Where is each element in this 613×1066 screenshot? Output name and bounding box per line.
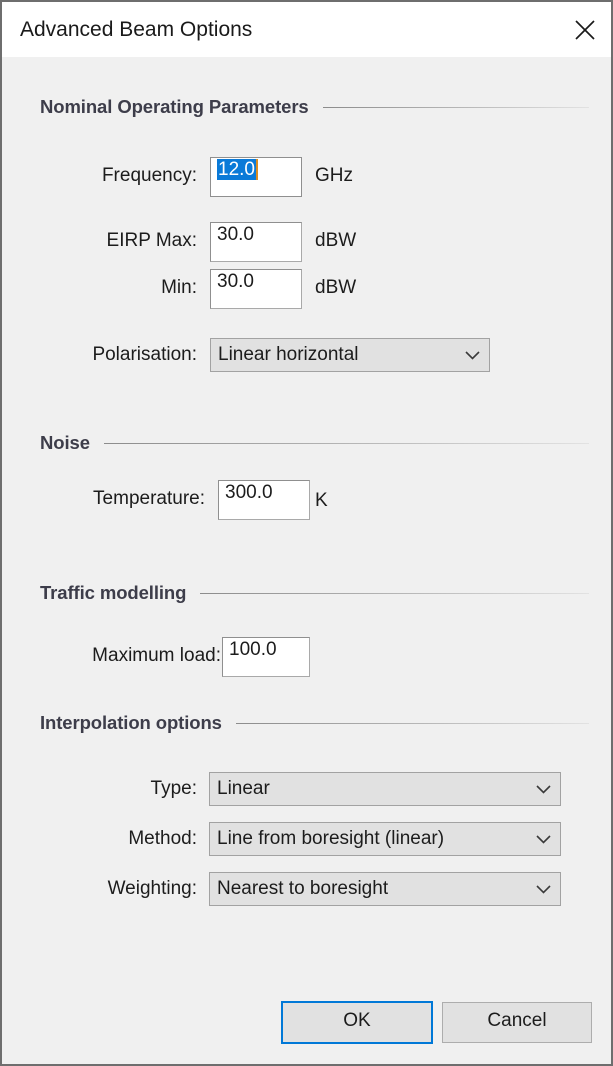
temperature-value: 300.0 [225, 482, 273, 503]
eirp-max-unit: dBW [315, 230, 357, 251]
type-value: Linear [217, 778, 270, 799]
advanced-beam-options-dialog: Advanced Beam Options Nominal Operating … [0, 0, 613, 1066]
weighting-label: Weighting: [107, 878, 197, 899]
maximum-load-input[interactable]: 100.0 [222, 637, 310, 677]
section-divider-nominal [322, 106, 589, 108]
ok-button-label: OK [343, 1010, 371, 1031]
type-label: Type: [150, 778, 197, 799]
chevron-down-icon [455, 350, 489, 360]
frequency-selected-text: 12.0 [217, 159, 256, 180]
chevron-down-icon [526, 834, 560, 844]
polarisation-label: Polarisation: [92, 344, 197, 365]
page-title: Advanced Beam Options [20, 18, 253, 41]
eirp-min-value: 30.0 [217, 271, 254, 292]
title-bar: Advanced Beam Options [2, 2, 611, 58]
section-title-nominal: Nominal Operating Parameters [40, 96, 309, 117]
frequency-value: 12.0 [217, 158, 256, 182]
section-title-noise: Noise [40, 432, 90, 453]
weighting-value: Nearest to boresight [217, 878, 389, 899]
frequency-label: Frequency: [101, 165, 197, 186]
section-title-traffic: Traffic modelling [40, 582, 187, 603]
close-button[interactable] [559, 2, 611, 57]
cancel-button[interactable]: Cancel [442, 1002, 592, 1043]
ok-button[interactable]: OK [281, 1001, 433, 1044]
dialog-body: Nominal Operating Parameters Frequency: … [2, 57, 611, 1064]
frequency-input[interactable]: 12.0 [210, 157, 302, 197]
section-divider-traffic [200, 592, 589, 594]
section-header-traffic: Traffic modelling [40, 582, 589, 604]
method-value: Line from boresight (linear) [217, 828, 445, 849]
chevron-down-icon [526, 784, 560, 794]
chevron-down-icon [526, 884, 560, 894]
eirp-max-input[interactable]: 30.0 [210, 222, 302, 262]
section-title-interpolation: Interpolation options [40, 712, 222, 733]
eirp-min-unit: dBW [315, 277, 357, 298]
maximum-load-value: 100.0 [229, 639, 277, 660]
close-icon [573, 18, 597, 42]
temperature-input[interactable]: 300.0 [218, 480, 310, 520]
frequency-unit: GHz [315, 165, 353, 186]
eirp-min-input[interactable]: 30.0 [210, 269, 302, 309]
section-header-nominal: Nominal Operating Parameters [40, 96, 589, 118]
temperature-label: Temperature: [93, 488, 205, 509]
eirp-max-value: 30.0 [217, 224, 254, 245]
weighting-select[interactable]: Nearest to boresight [209, 872, 561, 906]
polarisation-select[interactable]: Linear horizontal [210, 338, 490, 372]
polarisation-value: Linear horizontal [218, 344, 359, 365]
method-label: Method: [128, 828, 197, 849]
eirp-max-label: EIRP Max: [106, 230, 197, 251]
section-header-interpolation: Interpolation options [40, 712, 589, 734]
section-divider-interpolation [235, 722, 589, 724]
temperature-unit: K [315, 490, 328, 511]
eirp-min-label: Min: [161, 277, 197, 298]
section-divider-noise [103, 442, 589, 444]
maximum-load-label: Maximum load: [92, 645, 221, 666]
cancel-button-label: Cancel [487, 1010, 547, 1031]
section-header-noise: Noise [40, 432, 589, 454]
type-select[interactable]: Linear [209, 772, 561, 806]
method-select[interactable]: Line from boresight (linear) [209, 822, 561, 856]
